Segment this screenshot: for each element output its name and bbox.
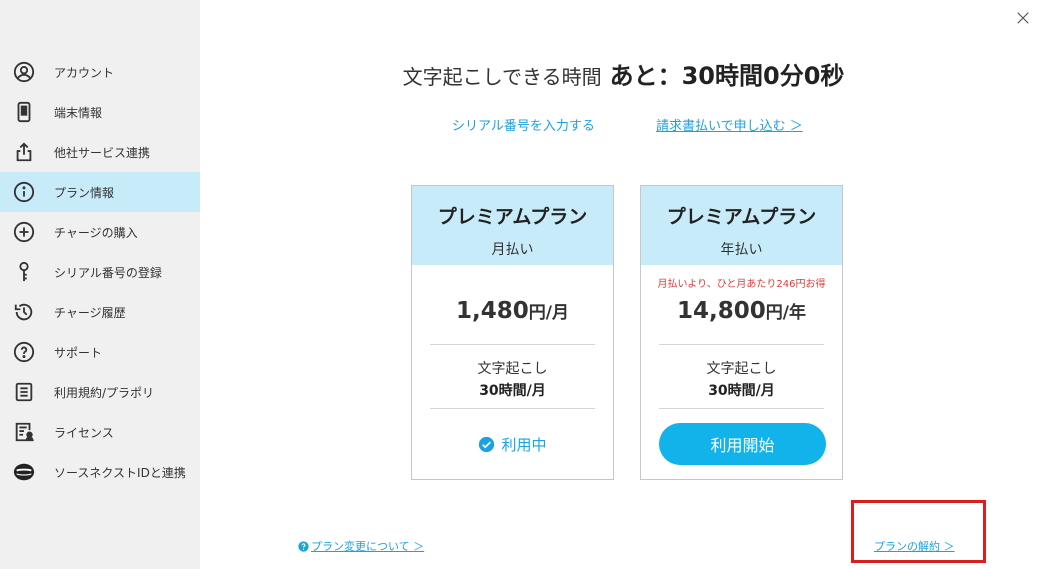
divider — [430, 344, 595, 345]
sidebar-item-label: サポート — [54, 345, 103, 360]
sidebar-item-label: 利用規約/プラポリ — [54, 385, 155, 400]
remaining-time: 文字起こしできる時間 あと：30時間0分0秒 — [200, 56, 1047, 91]
serial-input-link[interactable]: シリアル番号を入力する — [452, 115, 595, 134]
divider — [430, 408, 595, 409]
sidebar-item-charge-history[interactable]: チャージ履歴 — [0, 292, 200, 332]
sourcenext-logo-icon — [12, 460, 36, 484]
sidebar-menu: アカウント 端末情報 他社サービス連携 プラン情報 チャージの購入 シリアル番号… — [0, 52, 200, 492]
history-icon — [12, 300, 36, 324]
sidebar-item-label: プラン情報 — [54, 185, 115, 200]
close-button[interactable] — [1013, 8, 1033, 28]
plan-feature: 文字起こし 30時間/月 — [412, 358, 613, 400]
sidebar-item-label: ソースネクストIDと連携 — [54, 465, 186, 480]
feature-label: 文字起こし — [477, 361, 548, 377]
sidebar-item-label: シリアル番号の登録 — [54, 265, 162, 280]
plan-card-yearly: プレミアムプラン 年払い 月払いより、ひと月あたり246円お得 14,800円/… — [640, 185, 843, 480]
remaining-time-value: あと：30時間0分0秒 — [609, 62, 845, 90]
price-amount: 1,480 — [456, 298, 529, 324]
sidebar-item-support[interactable]: サポート — [0, 332, 200, 372]
in-use-label: 利用中 — [501, 436, 547, 454]
price-unit: 円/年 — [765, 303, 806, 323]
sidebar-item-label: チャージの購入 — [54, 225, 138, 240]
sidebar: アカウント 端末情報 他社サービス連携 プラン情報 チャージの購入 シリアル番号… — [0, 0, 200, 569]
license-icon — [12, 420, 36, 444]
sidebar-item-label: ライセンス — [54, 425, 114, 440]
plan-card-monthly: プレミアムプラン 月払い 1,480円/月 文字起こし 30時間/月 利用中 — [411, 185, 614, 480]
plan-feature: 文字起こし 30時間/月 — [641, 358, 842, 400]
plan-card-header: プレミアムプラン 月払い — [412, 186, 613, 265]
in-use-status: 利用中 — [412, 434, 613, 455]
plan-period: 年払い — [720, 242, 763, 258]
sidebar-item-license[interactable]: ライセンス — [0, 412, 200, 452]
account-icon — [12, 60, 36, 84]
sidebar-item-terms[interactable]: 利用規約/プラポリ — [0, 372, 200, 412]
remaining-time-label: 文字起こしできる時間 — [402, 65, 602, 89]
sidebar-item-label: アカウント — [54, 65, 115, 80]
invoice-apply-link[interactable]: 請求書払いで申し込む ＞ — [656, 115, 803, 134]
help-icon — [12, 340, 36, 364]
sidebar-item-integrations[interactable]: 他社サービス連携 — [0, 132, 200, 172]
help-icon — [298, 540, 309, 552]
check-circle-icon — [479, 436, 495, 453]
sidebar-item-account[interactable]: アカウント — [0, 52, 200, 92]
promo-text: 月払いより、ひと月あたり246円お得 — [657, 279, 826, 290]
sidebar-item-label: チャージ履歴 — [54, 305, 126, 320]
plan-card-header: プレミアムプラン 年払い — [641, 186, 842, 265]
document-icon — [12, 380, 36, 404]
feature-label: 文字起こし — [706, 361, 777, 377]
plan-price: 1,480円/月 — [412, 298, 613, 324]
sidebar-item-label: 他社サービス連携 — [54, 145, 151, 160]
plan-name: プレミアムプラン — [437, 206, 588, 228]
close-icon — [1017, 12, 1029, 24]
sidebar-item-label: 端末情報 — [54, 105, 103, 120]
plan-name: プレミアムプラン — [666, 206, 817, 228]
feature-value: 30時間/月 — [479, 383, 546, 399]
price-amount: 14,800 — [677, 298, 766, 324]
plan-change-info[interactable]: プラン変更について ＞ — [298, 538, 424, 554]
key-icon — [12, 260, 36, 284]
sidebar-item-plan-info[interactable]: プラン情報 — [0, 172, 200, 212]
sidebar-item-sourcenext-id[interactable]: ソースネクストIDと連携 — [0, 452, 200, 492]
info-icon — [12, 180, 36, 204]
start-plan-button[interactable]: 利用開始 — [659, 423, 826, 465]
sidebar-item-device[interactable]: 端末情報 — [0, 92, 200, 132]
share-icon — [12, 140, 36, 164]
device-icon — [12, 100, 36, 124]
plan-cancel-link[interactable]: プランの解約 ＞ — [874, 538, 955, 554]
plan-period: 月払い — [491, 242, 534, 258]
divider — [659, 408, 824, 409]
plan-price: 14,800円/年 — [641, 298, 842, 324]
price-unit: 円/月 — [528, 303, 569, 323]
plan-change-link[interactable]: プラン変更について ＞ — [311, 538, 424, 554]
divider — [659, 344, 824, 345]
plus-circle-icon — [12, 220, 36, 244]
sidebar-item-serial-register[interactable]: シリアル番号の登録 — [0, 252, 200, 292]
sidebar-item-buy-charge[interactable]: チャージの購入 — [0, 212, 200, 252]
feature-value: 30時間/月 — [708, 383, 775, 399]
